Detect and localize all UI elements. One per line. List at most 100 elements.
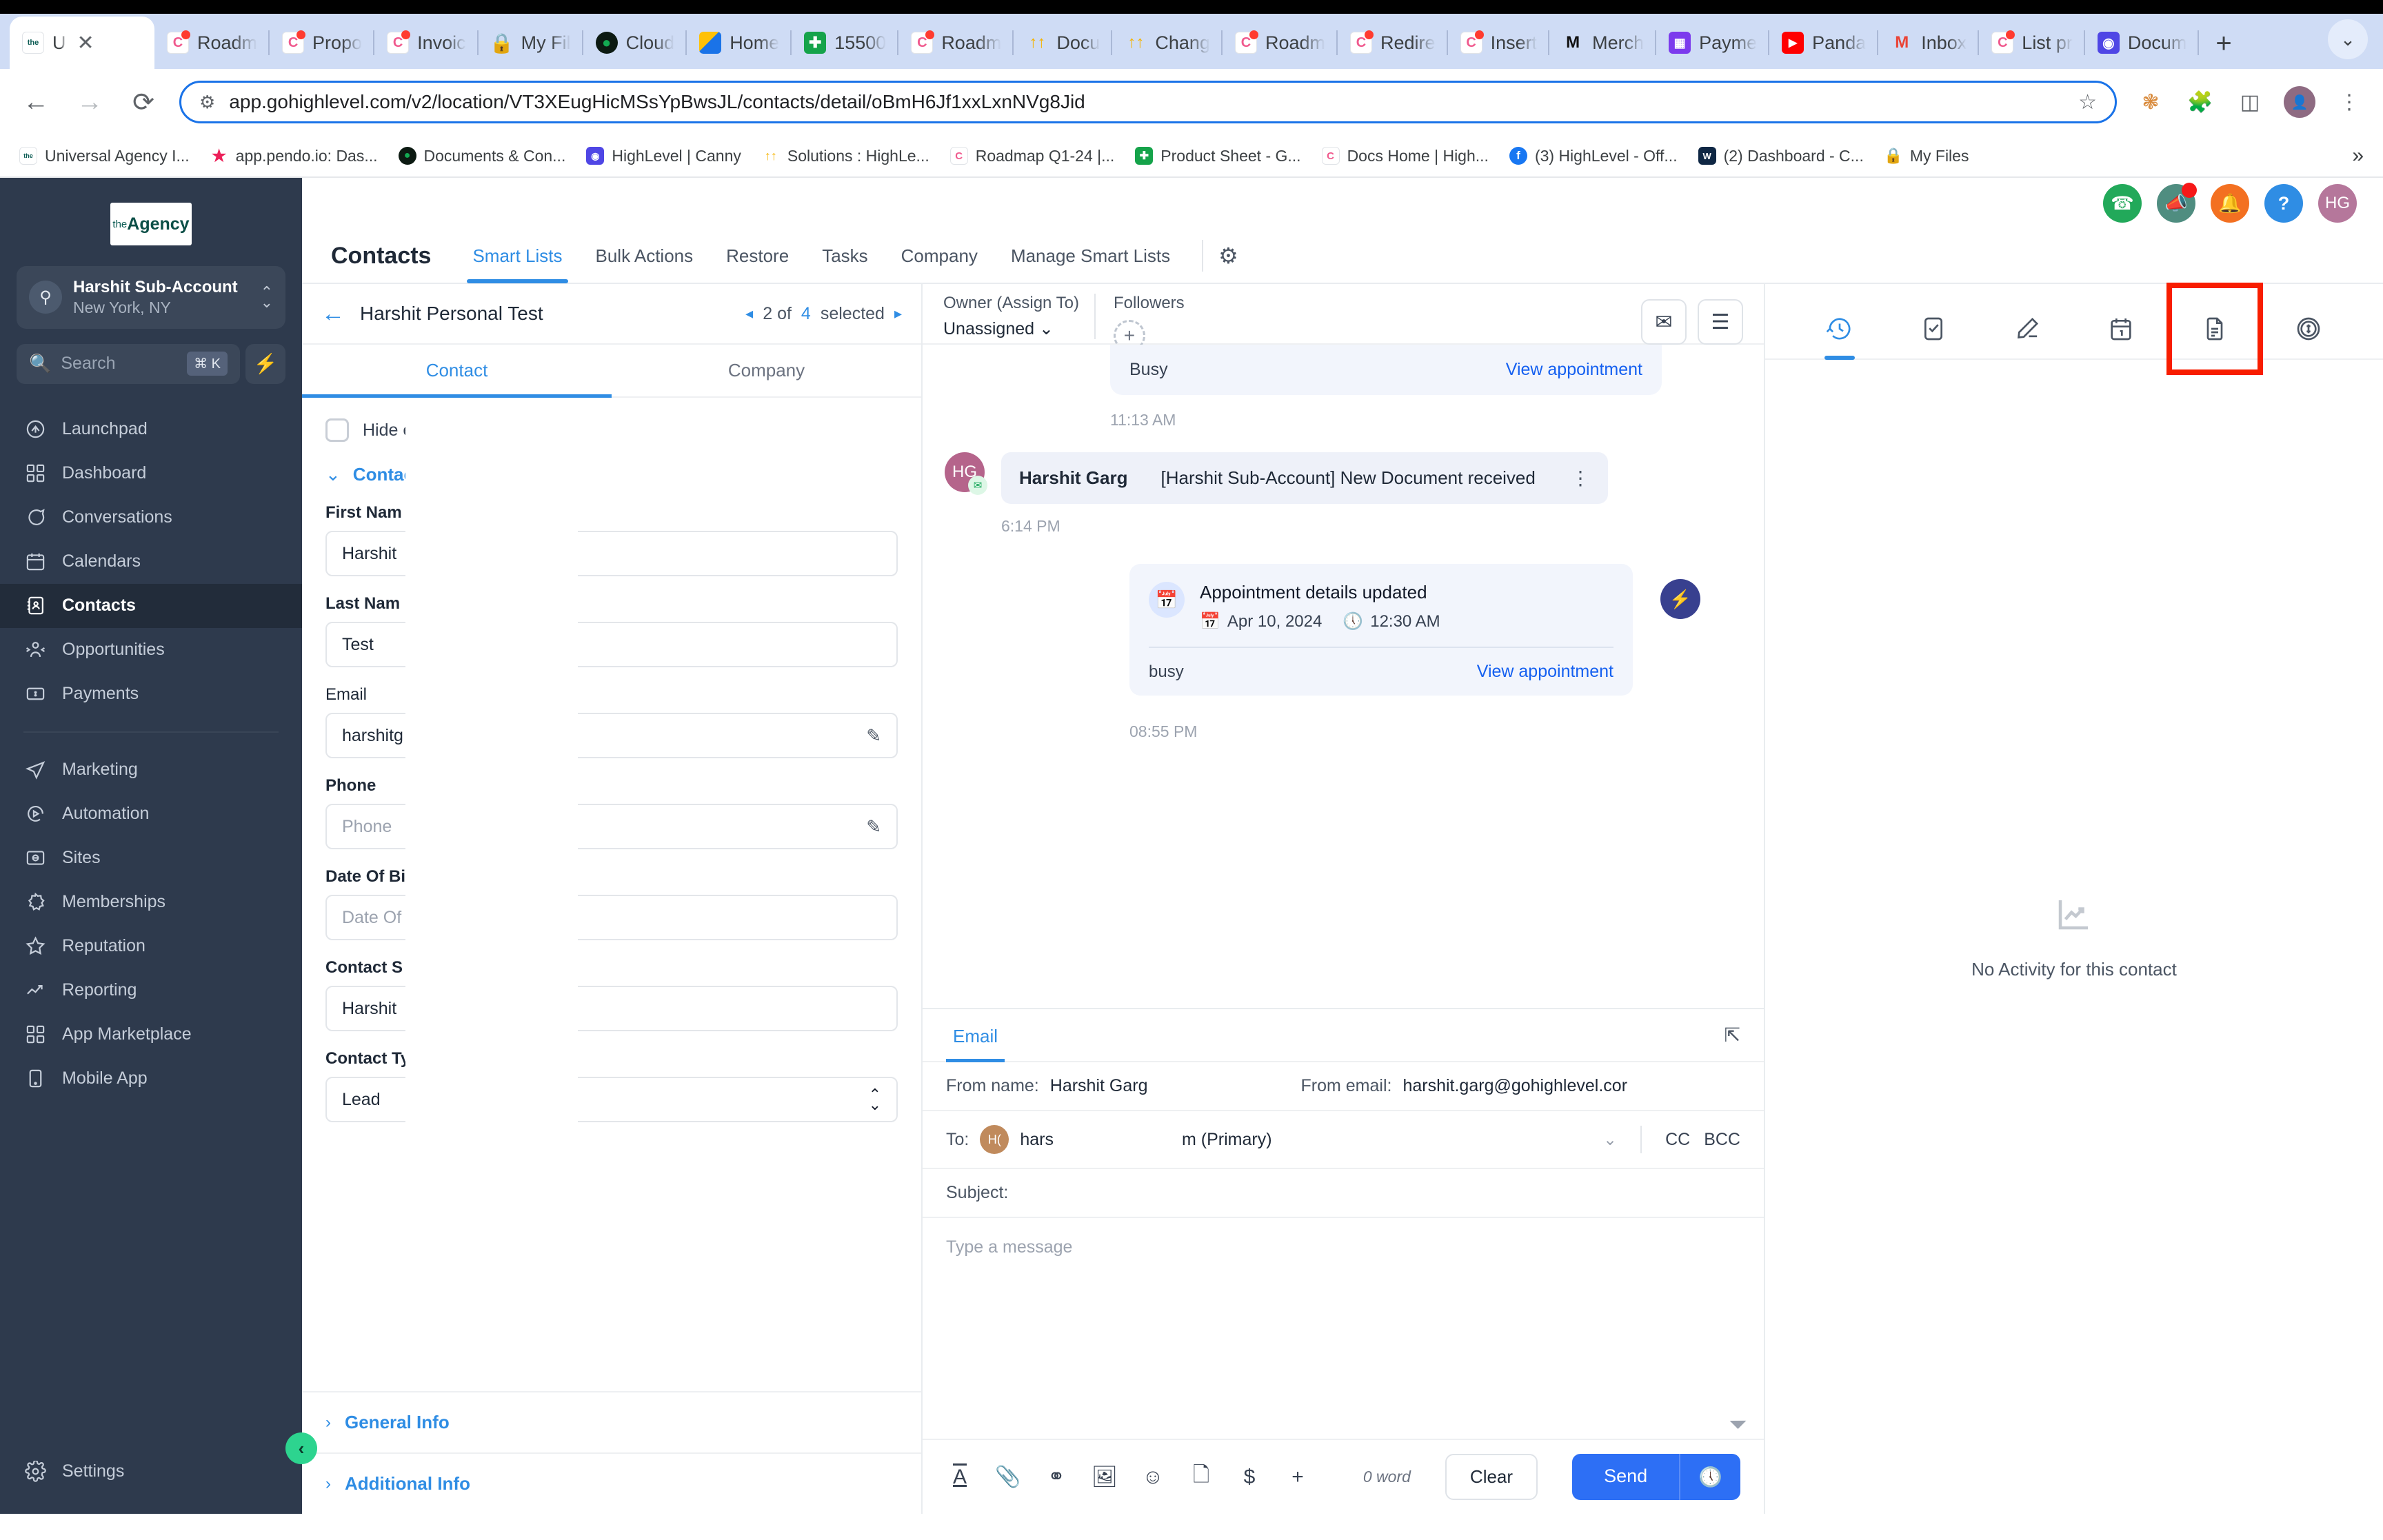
sidebar-item-contacts[interactable]: Contacts: [0, 584, 302, 628]
user-avatar[interactable]: HG: [2318, 184, 2357, 223]
edit-pencil-icon[interactable]: ✎: [866, 725, 881, 747]
message-body-input[interactable]: Type a message ◢: [923, 1218, 1764, 1439]
text-format-icon[interactable]: A: [946, 1466, 974, 1489]
reload-button[interactable]: ⟳: [125, 87, 161, 118]
chevron-updown-icon[interactable]: ⌃⌄: [261, 287, 273, 309]
sidebar-item-mobile-app[interactable]: Mobile App: [0, 1057, 302, 1101]
bookmark-item[interactable]: 🔒My Files: [1884, 147, 1969, 165]
tab-manage-smart-lists[interactable]: Manage Smart Lists: [994, 230, 1187, 282]
bookmark-item[interactable]: CDocs Home | High...: [1322, 147, 1489, 165]
browser-tab[interactable]: MInbox: [1878, 17, 1979, 69]
link-icon[interactable]: ⚭: [1043, 1465, 1070, 1489]
forward-button[interactable]: →: [72, 88, 108, 117]
account-switcher[interactable]: ⚲ Harshit Sub-Account New York, NY ⌃⌄: [17, 266, 285, 329]
composer-subject-row[interactable]: Subject:: [923, 1169, 1764, 1218]
tab-restore[interactable]: Restore: [710, 230, 805, 282]
sidebar-item-settings[interactable]: Settings: [0, 1449, 302, 1493]
expand-icon[interactable]: ⇱: [1725, 1024, 1740, 1046]
browser-tab[interactable]: ▶Panda: [1769, 17, 1878, 69]
bookmark-item[interactable]: ✚Product Sheet - G...: [1135, 147, 1300, 165]
attachment-icon[interactable]: 📎: [994, 1465, 1022, 1489]
sidebar-item-sites[interactable]: Sites: [0, 836, 302, 880]
bcc-button[interactable]: BCC: [1704, 1130, 1740, 1150]
back-button[interactable]: ←: [18, 88, 54, 117]
sidebar-item-marketing[interactable]: Marketing: [0, 748, 302, 792]
clock-send-icon[interactable]: 🕔: [1679, 1454, 1740, 1500]
notifications-icon[interactable]: 🔔: [2211, 184, 2249, 223]
bookmark-item[interactable]: ●Documents & Con...: [399, 147, 566, 165]
profile-avatar[interactable]: 👤: [2284, 86, 2315, 118]
browser-tab[interactable]: CList pr: [1979, 17, 2085, 69]
sidebar-item-app-marketplace[interactable]: App Marketplace: [0, 1013, 302, 1057]
envelope-icon[interactable]: ✉: [1641, 299, 1687, 345]
template-icon[interactable]: 🗋: [1187, 1459, 1215, 1495]
clear-button[interactable]: Clear: [1445, 1454, 1538, 1500]
sidebar-item-launchpad[interactable]: Launchpad: [0, 407, 302, 452]
browser-tab-active[interactable]: the U ✕: [10, 17, 154, 69]
phone-icon[interactable]: ☎: [2103, 184, 2142, 223]
gear-icon[interactable]: ⚙: [1218, 243, 1238, 269]
browser-tab[interactable]: Home: [687, 17, 792, 69]
sidebar-item-calendars[interactable]: Calendars: [0, 540, 302, 584]
activity-tab[interactable]: [1808, 299, 1871, 358]
help-icon[interactable]: ?: [2264, 184, 2303, 223]
bookmark-star-icon[interactable]: ☆: [2078, 90, 2097, 114]
tab-bulk-actions[interactable]: Bulk Actions: [579, 230, 710, 282]
tab-list-chevron-down-icon[interactable]: ⌄: [2328, 19, 2368, 59]
address-bar[interactable]: ⚙ app.gohighlevel.com/v2/location/VT3XEu…: [179, 81, 2117, 123]
tab-contact[interactable]: Contact: [302, 345, 612, 396]
browser-tab[interactable]: MMerch: [1549, 17, 1656, 69]
site-settings-icon[interactable]: ⚙: [199, 92, 215, 113]
accordion-additional-info[interactable]: › Additional Info: [302, 1454, 921, 1514]
owner-select[interactable]: Unassigned ⌄: [943, 318, 1079, 339]
browser-tab[interactable]: ↑↑Docu: [1014, 17, 1112, 69]
new-tab-button[interactable]: +: [2199, 28, 2248, 69]
browser-tab[interactable]: ●Cloud: [583, 17, 687, 69]
bookmark-item[interactable]: theUniversal Agency I...: [19, 147, 190, 165]
bookmark-item[interactable]: W(2) Dashboard - C...: [1698, 147, 1864, 165]
bolt-icon[interactable]: ⚡: [245, 344, 285, 384]
tab-company[interactable]: Company: [612, 345, 921, 396]
bookmark-item[interactable]: ★app.pendo.io: Das...: [210, 147, 378, 165]
filter-icon[interactable]: ☰: [1698, 299, 1743, 345]
view-appointment-link[interactable]: View appointment: [1506, 360, 1642, 380]
browser-tab[interactable]: ✚15500: [792, 17, 898, 69]
browser-tab[interactable]: CInvoic: [374, 17, 479, 69]
pager-prev-icon[interactable]: ◂: [745, 305, 753, 323]
send-button[interactable]: Send: [1572, 1454, 1679, 1500]
image-icon[interactable]: 🖼: [1091, 1465, 1118, 1489]
message-bubble[interactable]: Harshit Garg [Harshit Sub-Account] New D…: [1001, 452, 1608, 504]
sidebar-item-reputation[interactable]: Reputation: [0, 924, 302, 969]
tab-company[interactable]: Company: [885, 230, 994, 282]
browser-tab[interactable]: CRoadm: [154, 17, 270, 69]
cc-button[interactable]: CC: [1665, 1130, 1690, 1150]
sidebar-item-conversations[interactable]: Conversations: [0, 496, 302, 540]
sidebar-item-dashboard[interactable]: Dashboard: [0, 452, 302, 496]
sidebar-item-reporting[interactable]: Reporting: [0, 969, 302, 1013]
browser-tab[interactable]: CInsert: [1448, 17, 1550, 69]
bookmark-item[interactable]: f(3) HighLevel - Off...: [1509, 147, 1678, 165]
browser-menu-icon[interactable]: ⋮: [2333, 90, 2365, 114]
sidebar-item-automation[interactable]: Automation: [0, 792, 302, 836]
tasks-tab[interactable]: [1902, 299, 1965, 358]
browser-tab[interactable]: CRoadm: [1223, 17, 1338, 69]
browser-tab[interactable]: CPropo: [270, 17, 374, 69]
search-input[interactable]: 🔍 Search ⌘ K: [17, 344, 240, 384]
browser-tab[interactable]: 🔒My Fil: [479, 17, 583, 69]
payments-tab[interactable]: [2277, 299, 2340, 358]
emoji-icon[interactable]: ☺: [1139, 1466, 1167, 1489]
browser-tab[interactable]: ↑↑Chang: [1112, 17, 1223, 69]
tab-smart-lists[interactable]: Smart Lists: [456, 230, 579, 282]
browser-tab[interactable]: ▦Payme: [1656, 17, 1769, 69]
back-arrow-icon[interactable]: ←: [321, 301, 345, 327]
chevron-down-icon[interactable]: ⌄: [1603, 1130, 1617, 1150]
side-panel-icon[interactable]: ◫: [2234, 90, 2266, 114]
tab-tasks[interactable]: Tasks: [805, 230, 884, 282]
puzzle-icon[interactable]: 🧩: [2184, 90, 2216, 114]
collapse-sidebar-button[interactable]: ‹: [285, 1432, 317, 1464]
view-appointment-link[interactable]: View appointment: [1477, 662, 1613, 682]
hide-empty-fields-checkbox[interactable]: [325, 418, 349, 442]
extensions-icon[interactable]: ❃: [2135, 90, 2166, 114]
appointments-tab[interactable]: [2089, 299, 2153, 358]
sidebar-item-opportunities[interactable]: Opportunities: [0, 628, 302, 672]
